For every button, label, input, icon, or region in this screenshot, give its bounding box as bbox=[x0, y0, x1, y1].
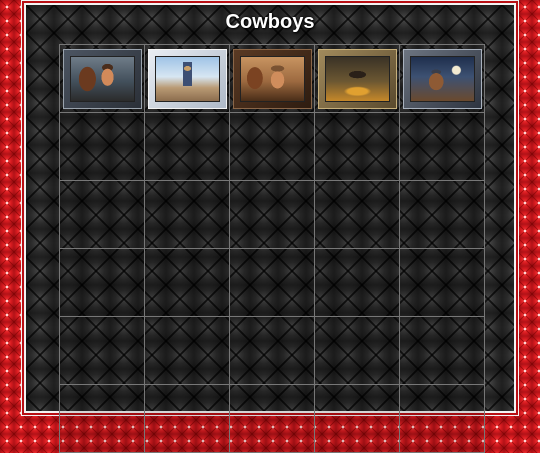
empty-grid-cell bbox=[315, 385, 400, 453]
child-cowboy-on-road-image bbox=[154, 55, 220, 102]
empty-grid-cell bbox=[145, 181, 230, 249]
empty-grid-cell bbox=[60, 385, 145, 453]
empty-grid-cell bbox=[230, 249, 315, 317]
empty-grid-cell bbox=[400, 113, 485, 181]
cowboy-at-night-image bbox=[409, 55, 475, 102]
empty-grid-cell bbox=[400, 249, 485, 317]
empty-grid-cell bbox=[230, 385, 315, 453]
grid-cell bbox=[60, 45, 145, 113]
empty-grid-cell bbox=[230, 317, 315, 385]
grid-cell bbox=[230, 45, 315, 113]
empty-grid-cell bbox=[60, 249, 145, 317]
cowboy-with-horse-thumbnail[interactable] bbox=[62, 48, 142, 109]
thumbnail-grid bbox=[59, 44, 485, 453]
content-panel: Cowboys bbox=[24, 3, 516, 453]
empty-grid-cell bbox=[315, 181, 400, 249]
shirtless-cowboy-thumbnail[interactable] bbox=[232, 48, 312, 109]
empty-grid-cell bbox=[400, 181, 485, 249]
empty-grid-cell bbox=[60, 317, 145, 385]
empty-grid-cell bbox=[230, 181, 315, 249]
empty-grid-cell bbox=[315, 113, 400, 181]
empty-grid-cell bbox=[145, 113, 230, 181]
child-cowboy-thumbnail[interactable] bbox=[147, 48, 227, 109]
empty-grid-cell bbox=[400, 385, 485, 453]
cowboy-at-night-thumbnail[interactable] bbox=[402, 48, 482, 109]
grid-cell bbox=[400, 45, 485, 113]
grid-cell bbox=[145, 45, 230, 113]
empty-grid-cell bbox=[315, 249, 400, 317]
empty-grid-cell bbox=[230, 113, 315, 181]
empty-grid-cell bbox=[145, 385, 230, 453]
cowboy-hat-campfire-image bbox=[324, 55, 390, 102]
empty-grid-cell bbox=[145, 317, 230, 385]
empty-grid-cell bbox=[400, 317, 485, 385]
empty-grid-cell bbox=[60, 181, 145, 249]
empty-grid-cell bbox=[60, 113, 145, 181]
empty-grid-cell bbox=[315, 317, 400, 385]
grid-cell bbox=[315, 45, 400, 113]
empty-grid-cell bbox=[145, 249, 230, 317]
page-title: Cowboys bbox=[225, 11, 315, 33]
cowboy-with-horse-image bbox=[69, 55, 135, 102]
shirtless-cowboy-with-horse-image bbox=[239, 55, 305, 102]
cowboy-hat-campfire-thumbnail[interactable] bbox=[317, 48, 397, 109]
